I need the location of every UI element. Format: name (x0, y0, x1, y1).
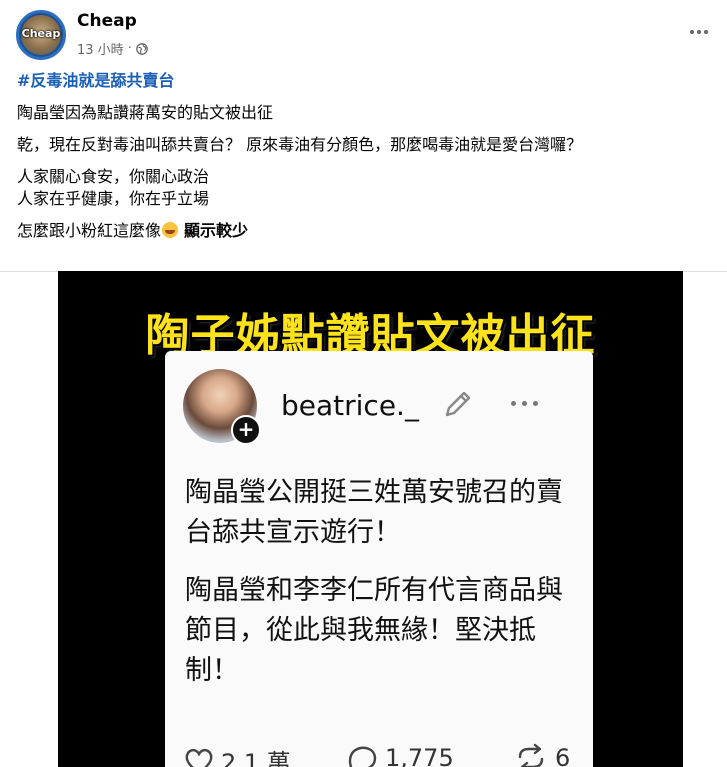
profile-username: beatrice._ (281, 389, 419, 422)
edit-pencil-icon (445, 391, 471, 417)
text-line-2: 乾，現在反對毒油叫舔共賣台？ 原來毒油有分顏色，那麼喝毒油就是愛台灣囉？ (17, 135, 583, 154)
text-line-5: 怎麼跟小粉紅這麼像 (17, 221, 162, 240)
screenshot-text: 陶晶瑩公開挺三姓萬安號召的賣台舔共宣示遊行！ 陶晶瑩和李李仁所有代言商品與節目，… (185, 473, 575, 709)
comments-count: 1,775 (385, 744, 454, 767)
comments-stat: 1,775 (345, 743, 454, 767)
post-time[interactable]: 13 小時 (77, 39, 124, 58)
screenshot-card: + beatrice._ 陶晶瑩公開挺三姓萬安號召的賣台舔共宣示遊行！ 陶晶瑩和… (165, 351, 593, 767)
screenshot-stats: 2.1 萬 1,775 6 (183, 743, 583, 767)
reposts-count: 6 (555, 744, 571, 767)
likes-stat: 2.1 萬 (183, 743, 291, 767)
globe-icon (135, 42, 148, 55)
more-horizontal-icon[interactable] (685, 22, 713, 42)
screenshot-paragraph-2: 陶晶瑩和李李仁所有代言商品與節目，從此與我無緣！堅決抵制！ (185, 575, 563, 686)
likes-count: 2.1 萬 (221, 749, 291, 767)
comment-icon (348, 746, 377, 767)
see-less-link[interactable]: 顯示較少 (184, 221, 248, 240)
more-options-icon (511, 401, 538, 406)
reposts-stat: 6 (513, 743, 570, 767)
heart-icon (185, 748, 213, 767)
text-line-1: 陶晶瑩因為點讚蔣萬安的貼文被出征 (17, 103, 274, 122)
post-header: Cheap Cheap 13 小時 · (0, 0, 727, 66)
text-line-4: 人家在乎健康，你在乎立場 (17, 189, 210, 208)
follow-plus-icon: + (231, 415, 261, 445)
post-text: #反毒油就是舔共賣台 陶晶瑩因為點讚蔣萬安的貼文被出征 乾，現在反對毒油叫舔共賣… (17, 70, 707, 252)
post-meta: 13 小時 · (77, 39, 148, 58)
repost-icon (518, 743, 544, 767)
author-name[interactable]: Cheap (77, 11, 137, 31)
screenshot-paragraph-1: 陶晶瑩公開挺三姓萬安號召的賣台舔共宣示遊行！ (185, 477, 563, 548)
meta-separator: · (127, 41, 132, 56)
post-image[interactable]: 陶子姊點讚貼文被出征 + beatrice._ 陶晶瑩公開挺三姓萬安號召的賣台舔… (58, 271, 683, 767)
avatar-logo-text: Cheap (21, 27, 61, 40)
facebook-post: Cheap Cheap 13 小時 · #反毒油就是舔共賣台 陶晶瑩因為點讚蔣萬… (0, 0, 727, 767)
text-paragraph-3: 人家關心食安，你關心政治 人家在乎健康，你在乎立場 (17, 166, 707, 210)
author-avatar[interactable]: Cheap (16, 10, 66, 60)
hashtag-link[interactable]: #反毒油就是舔共賣台 (17, 70, 707, 92)
grinning-sweat-emoji-icon (162, 222, 179, 238)
text-line-3: 人家關心食安，你關心政治 (17, 167, 210, 186)
text-line-5-wrap: 怎麼跟小粉紅這麼像 顯示較少 (17, 220, 707, 242)
